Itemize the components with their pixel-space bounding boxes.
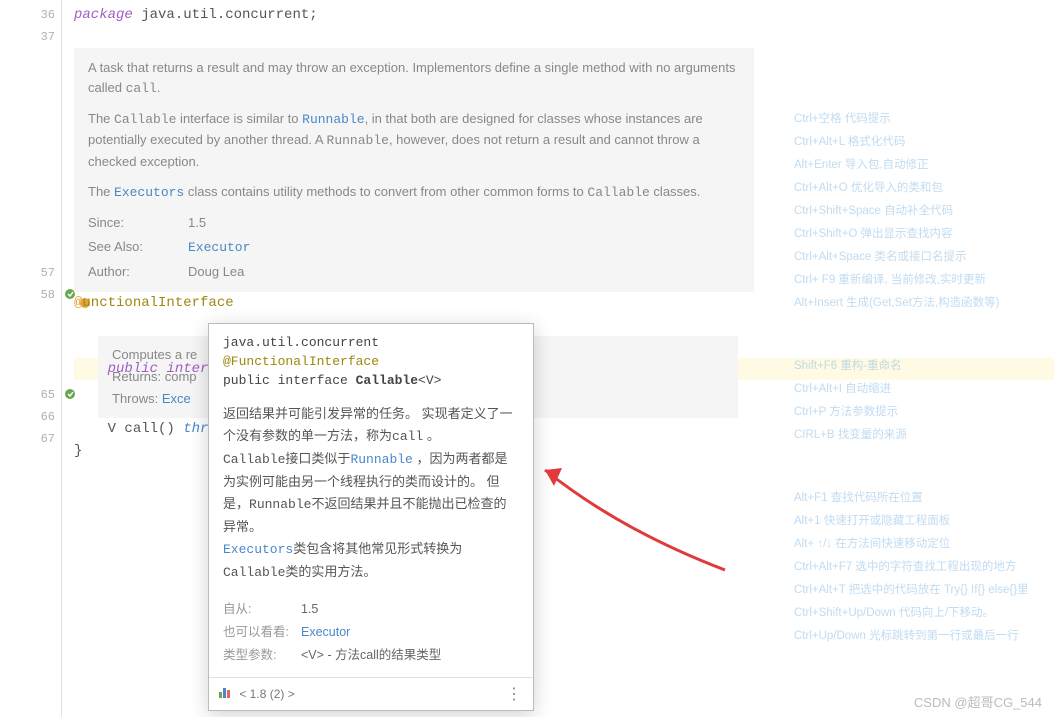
popup-description: 返回结果并可能引发异常的任务。 实现者定义了一个没有参数的单一方法，称为call… [209,397,533,595]
hint-row: Ctrl+P 方法参数提示 [794,401,1044,424]
hint-row: Alt+ ↑/↓ 在方法间快速移动定位 [794,533,1044,556]
line-number: 67 [0,428,61,450]
line-number: 37 [0,26,61,48]
line-number: 57 [0,262,61,284]
hint-row: Ctrl+Alt+Space 类名或接口名提示 [794,246,1044,269]
chart-icon [219,688,230,698]
hint-row: Ctrl+Shift+O 弹出显示查找内容 [794,223,1044,246]
runnable-link[interactable]: Runnable [350,452,412,467]
executors-link[interactable]: Executors [223,542,293,557]
hint-row: Ctrl+Shift+Space 自动补全代码 [794,200,1044,223]
popup-signature: java.util.concurrent @FunctionalInterfac… [209,324,533,397]
hint-row: Shift+F6 重构-重命名 [794,355,1044,378]
hint-row: Alt+1 快速打开或隐藏工程面板 [794,510,1044,533]
quick-doc-popup[interactable]: java.util.concurrent @FunctionalInterfac… [208,323,534,711]
executor-link[interactable]: Executor [301,625,350,639]
line-number: 66 [0,406,61,428]
hint-row: Ctrl+Alt+T 把选中的代码放在 Try{} If{} else{}里 [794,579,1044,602]
hint-row: Ctrl+空格 代码提示 [794,108,1044,131]
hint-row: Ctrl+Alt+I 自动缩进 [794,378,1044,401]
watermark: CSDN @超哥CG_544 [914,692,1042,711]
hint-row: Ctrl+Up/Down 光标跳转到第一行或最后一行 [794,625,1044,648]
hint-row: Ctrl+ F9 重新编译, 当前修改,实时更新 [794,269,1044,292]
hint-row: Alt+Insert 生成(Get,Set方法,构造函数等) [794,292,1044,315]
hint-row: Alt+F1 查找代码所在位置 [794,487,1044,510]
hint-row: Ctrl+Alt+O 优化导入的类和包 [794,177,1044,200]
line-number: 65 [0,384,61,406]
popup-meta: 自从:1.5 也可以看看:Executor 类型参数:<V> - 方法call的… [209,594,533,677]
line-number: 36 [0,4,61,26]
hint-row: Ctrl+Alt+F7 选中的字符查找工程出现的地方 [794,556,1044,579]
hint-row: Ctrl+Shift+Up/Down 代码向上/下移动。 [794,602,1044,625]
line-number: 58 [0,284,61,306]
hint-row: Alt+Enter 导入包,自动修正 [794,154,1044,177]
gutter: 36 37 57 58 65 66 67 [0,0,62,717]
popup-footer: < 1.8 (2) > ⋮ [209,677,533,710]
shortcut-hints: Ctrl+空格 代码提示 Ctrl+Alt+L 格式化代码 Alt+Enter … [794,108,1044,648]
javadoc-block: A task that returns a result and may thr… [74,48,754,292]
code-line: package java.util.concurrent; [74,4,1054,26]
executor-link[interactable]: Executor [188,240,250,255]
hint-row: CIRL+B 找变量的来源 [794,424,1044,447]
runnable-link[interactable]: Runnable [302,112,364,127]
hint-row: Ctrl+Alt+L 格式化代码 [794,131,1044,154]
executors-link[interactable]: Executors [114,185,184,200]
more-icon[interactable]: ⋮ [506,684,523,704]
